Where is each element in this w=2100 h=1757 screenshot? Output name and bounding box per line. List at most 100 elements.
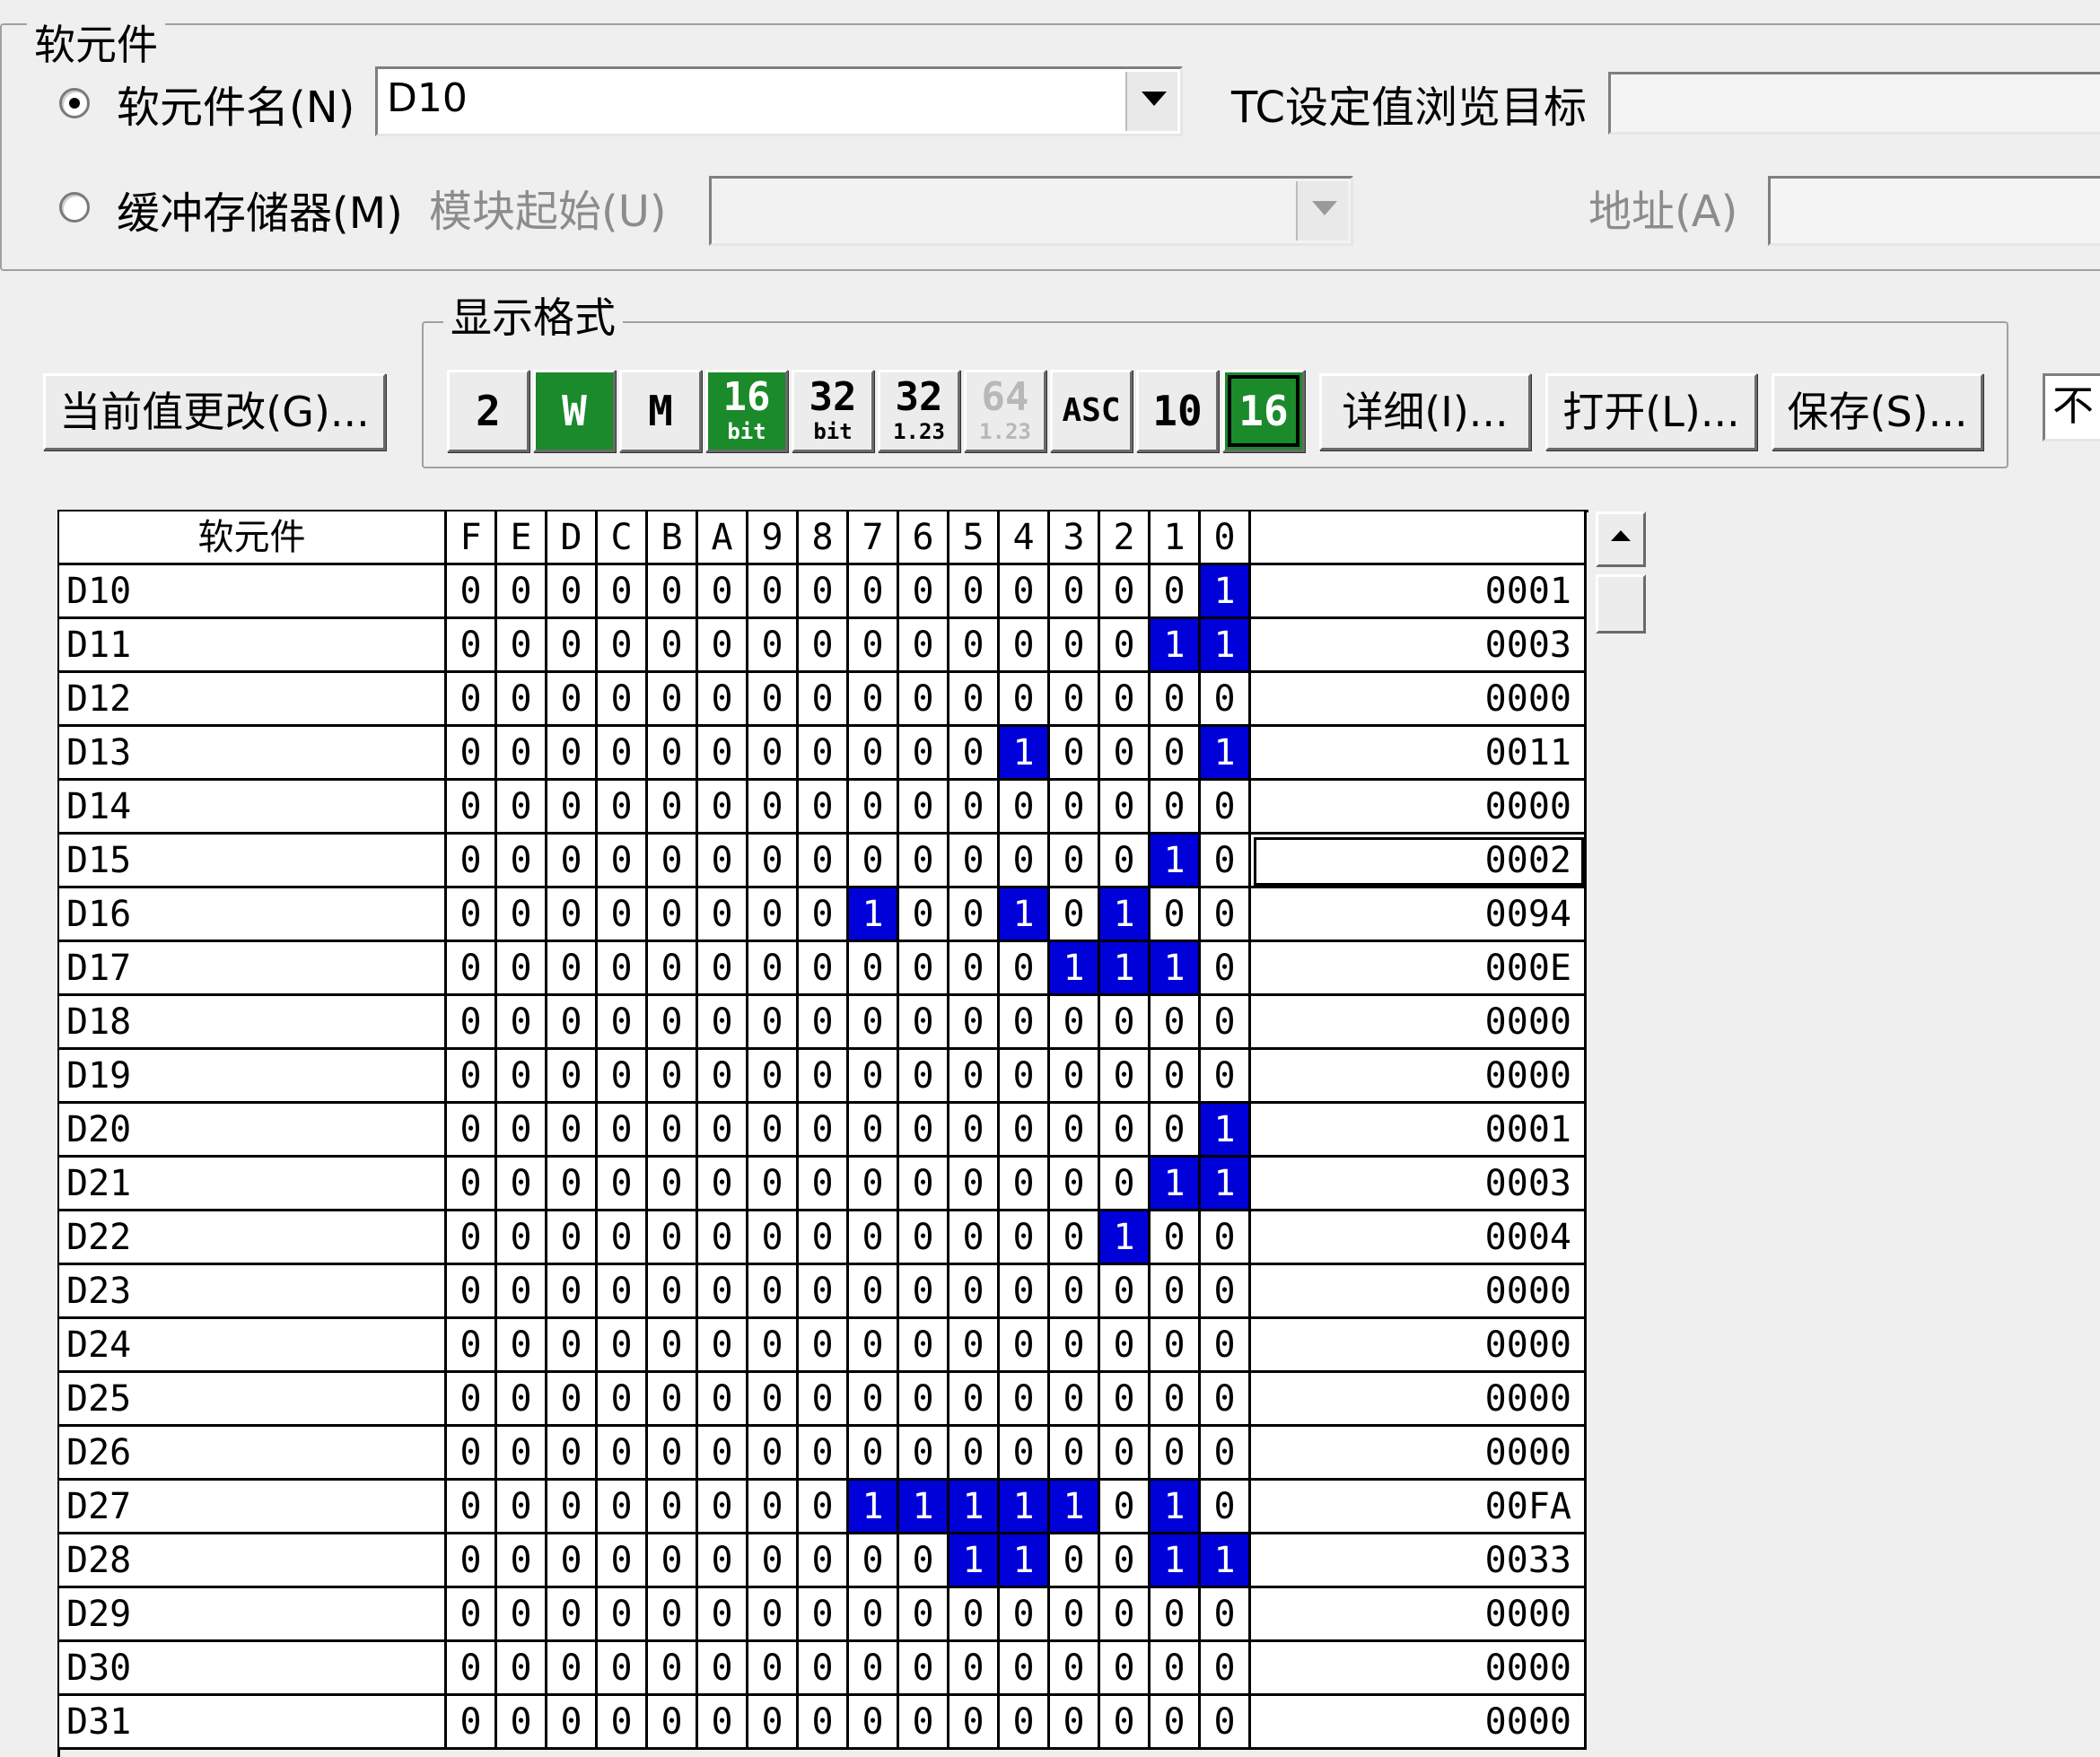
format-button-bin[interactable]: 2 bbox=[447, 370, 529, 452]
bit-cell[interactable]: 0 bbox=[598, 1050, 648, 1104]
bit-cell[interactable]: 0 bbox=[799, 1319, 849, 1373]
bit-cell[interactable]: 0 bbox=[648, 942, 698, 996]
bit-cell[interactable]: 0 bbox=[1100, 1319, 1151, 1373]
detail-button[interactable]: 详细(I)... bbox=[1319, 373, 1531, 450]
bit-cell[interactable]: 0 bbox=[1151, 1642, 1201, 1696]
bit-cell[interactable]: 0 bbox=[698, 1534, 748, 1588]
bit-cell[interactable]: 0 bbox=[949, 1265, 1000, 1319]
bit-cell[interactable]: 0 bbox=[497, 1481, 547, 1534]
bit-cell[interactable]: 0 bbox=[698, 727, 748, 781]
bit-cell[interactable]: 1 bbox=[1201, 1534, 1251, 1588]
bit-cell[interactable]: 0 bbox=[547, 619, 598, 673]
bit-cell[interactable]: 0 bbox=[698, 1050, 748, 1104]
bit-cell[interactable]: 0 bbox=[1100, 565, 1151, 619]
bit-cell[interactable]: 0 bbox=[698, 781, 748, 835]
bit-cell[interactable]: 0 bbox=[849, 835, 899, 888]
bit-cell[interactable]: 0 bbox=[1100, 1373, 1151, 1427]
bit-cell[interactable]: 0 bbox=[1000, 565, 1050, 619]
bit-cell[interactable]: 0 bbox=[648, 781, 698, 835]
bit-cell[interactable]: 0 bbox=[1100, 1427, 1151, 1481]
hex-value-cell[interactable]: 0000 bbox=[1251, 781, 1587, 835]
bit-cell[interactable]: 0 bbox=[547, 781, 598, 835]
bit-cell[interactable]: 0 bbox=[698, 1104, 748, 1158]
bit-cell[interactable]: 0 bbox=[648, 1319, 698, 1373]
bit-cell[interactable]: 0 bbox=[1100, 996, 1151, 1050]
bit-cell[interactable]: 0 bbox=[748, 1427, 799, 1481]
bit-cell[interactable]: 0 bbox=[547, 1373, 598, 1427]
hex-value-cell[interactable]: 0033 bbox=[1251, 1534, 1587, 1588]
bit-cell[interactable]: 0 bbox=[698, 619, 748, 673]
bit-cell[interactable]: 0 bbox=[799, 619, 849, 673]
bit-cell[interactable]: 0 bbox=[497, 727, 547, 781]
bit-cell[interactable]: 0 bbox=[899, 1211, 949, 1265]
bit-cell[interactable]: 0 bbox=[1000, 1588, 1050, 1642]
bit-cell[interactable]: 0 bbox=[698, 1158, 748, 1211]
bit-cell[interactable]: 0 bbox=[899, 1642, 949, 1696]
device-name-radio[interactable] bbox=[59, 88, 90, 118]
bit-cell[interactable]: 0 bbox=[447, 781, 497, 835]
bit-cell[interactable]: 0 bbox=[799, 1373, 849, 1427]
bit-cell[interactable]: 1 bbox=[1151, 1158, 1201, 1211]
bit-cell[interactable]: 0 bbox=[799, 1534, 849, 1588]
bit-cell[interactable]: 0 bbox=[1151, 1427, 1201, 1481]
bit-cell[interactable]: 0 bbox=[598, 1373, 648, 1427]
bit-cell[interactable]: 0 bbox=[748, 781, 799, 835]
bit-cell[interactable]: 0 bbox=[447, 1642, 497, 1696]
bit-cell[interactable]: 0 bbox=[1000, 942, 1050, 996]
bit-cell[interactable]: 0 bbox=[1151, 1211, 1201, 1265]
bit-cell[interactable]: 0 bbox=[547, 1319, 598, 1373]
bit-cell[interactable]: 0 bbox=[849, 1104, 899, 1158]
bit-cell[interactable]: 0 bbox=[899, 835, 949, 888]
bit-cell[interactable]: 0 bbox=[497, 565, 547, 619]
bit-cell[interactable]: 0 bbox=[1000, 1642, 1050, 1696]
bit-cell[interactable]: 0 bbox=[648, 727, 698, 781]
bit-cell[interactable]: 0 bbox=[949, 619, 1000, 673]
device-name-cell[interactable]: D15 bbox=[59, 835, 447, 888]
bit-cell[interactable]: 0 bbox=[598, 1642, 648, 1696]
bit-cell[interactable]: 0 bbox=[598, 1534, 648, 1588]
hex-value-cell[interactable]: 0000 bbox=[1251, 673, 1587, 727]
bit-cell[interactable]: 0 bbox=[1201, 1481, 1251, 1534]
tc-target-field[interactable] bbox=[1608, 72, 2100, 135]
bit-cell[interactable]: 0 bbox=[598, 1696, 648, 1750]
hex-value-cell[interactable]: 000E bbox=[1251, 942, 1587, 996]
bit-cell[interactable]: 0 bbox=[799, 727, 849, 781]
bit-cell[interactable]: 0 bbox=[598, 1158, 648, 1211]
bit-cell[interactable]: 0 bbox=[648, 1373, 698, 1427]
bit-cell[interactable]: 0 bbox=[648, 1642, 698, 1696]
bit-cell[interactable]: 0 bbox=[899, 1104, 949, 1158]
bit-cell[interactable]: 0 bbox=[497, 996, 547, 1050]
bit-cell[interactable]: 0 bbox=[748, 727, 799, 781]
bit-cell[interactable]: 0 bbox=[447, 1050, 497, 1104]
bit-cell[interactable]: 0 bbox=[497, 1588, 547, 1642]
bit-cell[interactable]: 0 bbox=[1201, 1427, 1251, 1481]
bit-cell[interactable]: 0 bbox=[447, 996, 497, 1050]
bit-cell[interactable]: 0 bbox=[748, 942, 799, 996]
bit-cell[interactable]: 0 bbox=[799, 835, 849, 888]
bit-cell[interactable]: 0 bbox=[447, 1481, 497, 1534]
bit-cell[interactable]: 0 bbox=[1201, 1211, 1251, 1265]
bit-cell[interactable]: 0 bbox=[1151, 1319, 1201, 1373]
device-name-combo[interactable]: D10 bbox=[375, 66, 1183, 136]
bit-cell[interactable]: 0 bbox=[1000, 1158, 1050, 1211]
bit-cell[interactable]: 0 bbox=[1050, 835, 1100, 888]
bit-cell[interactable]: 0 bbox=[1201, 1696, 1251, 1750]
bit-cell[interactable]: 0 bbox=[447, 835, 497, 888]
bit-cell[interactable]: 0 bbox=[799, 1211, 849, 1265]
bit-cell[interactable]: 0 bbox=[698, 996, 748, 1050]
bit-cell[interactable]: 0 bbox=[1100, 1481, 1151, 1534]
hex-value-cell[interactable]: 0002 bbox=[1251, 835, 1587, 888]
bit-cell[interactable]: 0 bbox=[849, 1158, 899, 1211]
bit-cell[interactable]: 0 bbox=[547, 1265, 598, 1319]
bit-cell[interactable]: 0 bbox=[1050, 1265, 1100, 1319]
scroll-up-button[interactable] bbox=[1596, 511, 1646, 567]
bit-cell[interactable]: 0 bbox=[1151, 565, 1201, 619]
bit-cell[interactable]: 0 bbox=[447, 942, 497, 996]
format-button-asc[interactable]: ASC bbox=[1050, 370, 1133, 452]
bit-cell[interactable]: 0 bbox=[598, 835, 648, 888]
bit-cell[interactable]: 1 bbox=[1201, 727, 1251, 781]
hex-value-cell[interactable]: 0094 bbox=[1251, 888, 1587, 942]
device-name-cell[interactable]: D19 bbox=[59, 1050, 447, 1104]
bit-cell[interactable]: 0 bbox=[1151, 996, 1201, 1050]
bit-cell[interactable]: 0 bbox=[497, 1642, 547, 1696]
